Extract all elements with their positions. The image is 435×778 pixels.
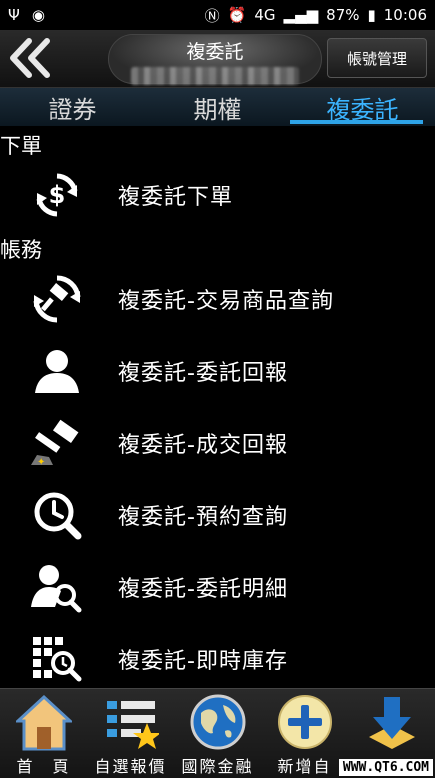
account-management-button[interactable]: 帳號管理 xyxy=(327,38,427,78)
nav-label: 自選報價 xyxy=(94,757,167,776)
bottom-navigation: 首 頁 自選報價 國際金融 新增自 WWW.QT6.COM xyxy=(0,688,435,778)
double-chevron-left-icon xyxy=(10,38,50,78)
clock-search-icon xyxy=(27,487,87,543)
network-type: 4G xyxy=(254,6,276,24)
gavel-icon: ✦ xyxy=(27,415,87,471)
gavel-cycle-icon xyxy=(27,271,87,327)
menu-item-label: 複委託下單 xyxy=(118,185,234,210)
account-number-redacted xyxy=(131,67,299,85)
menu-item-label: 複委託-預約查詢 xyxy=(118,505,288,530)
account-selector[interactable]: 複委託 xyxy=(108,34,322,85)
section-title-account: 帳務 xyxy=(0,238,42,262)
person-icon xyxy=(27,343,87,399)
menu-item-label: 複委託-即時庫存 xyxy=(118,649,288,674)
watermark: WWW.QT6.COM xyxy=(338,759,433,776)
back-button[interactable] xyxy=(4,36,56,80)
nav-watchlist[interactable]: 自選報價 xyxy=(87,689,174,778)
tab-options[interactable]: 期權 xyxy=(145,88,290,126)
menu-item-label: 複委託-交易商品查詢 xyxy=(118,289,334,314)
battery-icon: ▮ xyxy=(367,6,376,24)
nav-add-watchlist[interactable]: 新增自 xyxy=(261,689,348,778)
menu-item-trade-report[interactable]: ✦ 複委託-成交回報 xyxy=(0,408,435,478)
menu-item-reservation-query[interactable]: 複委託-預約查詢 xyxy=(0,480,435,550)
grid-search-icon xyxy=(27,631,87,687)
nfc-icon: Ⓝ xyxy=(204,6,220,25)
nav-international-finance[interactable]: 國際金融 xyxy=(174,689,261,778)
person-search-icon xyxy=(27,559,87,615)
clock: 10:06 xyxy=(383,6,427,24)
section-title-order: 下單 xyxy=(0,134,42,158)
header: 複委託 帳號管理 xyxy=(0,30,435,88)
nav-label: 國際金融 xyxy=(181,757,254,776)
svg-text:✦: ✦ xyxy=(37,457,45,468)
menu-item-label: 複委託-委託明細 xyxy=(118,577,288,602)
menu-item-order-report[interactable]: 複委託-委託回報 xyxy=(0,336,435,406)
home-icon xyxy=(14,691,74,753)
status-bar: Ψ ◉ Ⓝ ⏰ 4G ▂▄▆ 87% ▮ 10:06 xyxy=(0,0,435,30)
plus-icon xyxy=(275,691,335,753)
dollar-cycle-icon: $ xyxy=(27,167,87,223)
battery-percent: 87% xyxy=(326,6,360,24)
download-icon xyxy=(362,691,422,753)
menu-item-order-details[interactable]: 複委託-委託明細 xyxy=(0,552,435,622)
menu-item-label: 複委託-委託回報 xyxy=(118,361,288,386)
watchlist-icon xyxy=(101,691,161,753)
menu-item-label: 複委託-成交回報 xyxy=(118,433,288,458)
globe-icon xyxy=(188,691,248,753)
signal-icon: ▂▄▆ xyxy=(283,6,319,24)
menu-item-product-query[interactable]: 複委託-交易商品查詢 xyxy=(0,264,435,334)
nav-home[interactable]: 首 頁 xyxy=(0,689,87,778)
menu-item-realtime-inventory[interactable]: 複委託-即時庫存 xyxy=(0,624,435,694)
tab-sub-brokerage[interactable]: 複委託 xyxy=(290,88,435,126)
nav-label: 首 頁 xyxy=(16,757,71,776)
nav-label: 新增自 xyxy=(277,757,332,776)
menu-item-place-order[interactable]: $ 複委託下單 xyxy=(0,160,435,230)
alarm-icon: ⏰ xyxy=(227,6,247,24)
usb-icon: Ψ xyxy=(8,6,20,24)
record-icon: ◉ xyxy=(31,6,45,24)
tab-bar: 證券 期權 複委託 xyxy=(0,88,435,126)
tab-securities[interactable]: 證券 xyxy=(0,88,145,126)
page-title: 複委託 xyxy=(186,41,244,63)
svg-text:$: $ xyxy=(49,181,66,209)
